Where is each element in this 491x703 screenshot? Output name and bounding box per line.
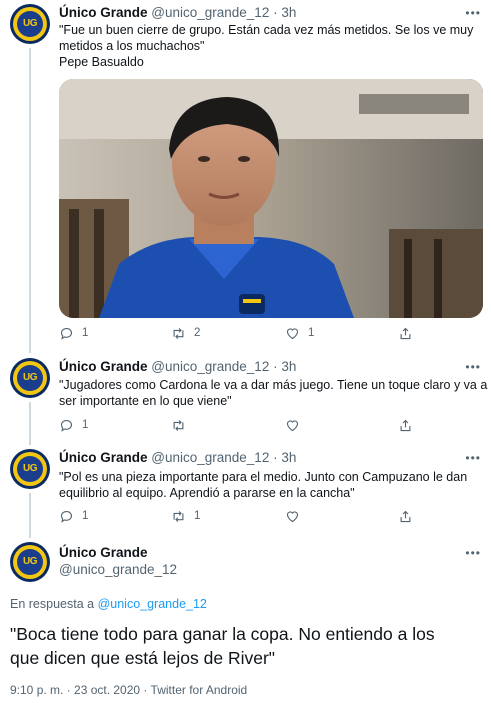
share-button[interactable] (398, 506, 421, 526)
retweet-button[interactable] (171, 415, 194, 435)
tweet-header: Único Grande @unico_grande_12 · 3h (59, 450, 296, 465)
tweet-actions: 1 2 1 (59, 323, 479, 343)
separator: · (273, 450, 278, 465)
retweet-button[interactable]: 2 (171, 323, 200, 343)
more-icon[interactable]: ••• (465, 6, 481, 20)
reply-icon (60, 510, 73, 523)
more-icon[interactable]: ••• (465, 546, 481, 560)
retweet-icon (173, 327, 184, 339)
display-name[interactable]: Único Grande (59, 5, 148, 20)
share-icon (400, 510, 411, 522)
tweet-photo[interactable] (59, 79, 483, 318)
retweet-count: 1 (194, 510, 201, 522)
separator: · (273, 5, 278, 20)
display-name[interactable]: Único Grande (59, 359, 148, 374)
display-name[interactable]: Único Grande (59, 545, 148, 560)
username[interactable]: @unico_grande_12 (151, 5, 269, 20)
timestamp[interactable]: 3h (281, 5, 296, 20)
main-tweet: UG Único Grande @unico_grande_12 ••• (0, 538, 491, 703)
tweet-text: "Pol es una pieza importante para el med… (59, 470, 468, 500)
tweet-header: Único Grande @unico_grande_12 · 3h (59, 5, 296, 20)
retweet-button[interactable]: 1 (171, 506, 200, 526)
reply-prefix: En respuesta a (10, 597, 95, 611)
tweet-header: Único Grande @unico_grande_12 · 3h (59, 359, 296, 374)
reply-icon (60, 327, 73, 340)
timestamp[interactable]: 3h (281, 450, 296, 465)
reply-handle-link[interactable]: @unico_grande_12 (98, 597, 207, 611)
thread-line (29, 493, 31, 538)
like-button[interactable] (285, 506, 308, 526)
heart-icon (286, 510, 299, 522)
separator: · (273, 359, 278, 374)
reply-count: 1 (82, 419, 89, 431)
share-icon (400, 419, 411, 431)
reply-count: 1 (82, 510, 89, 522)
share-button[interactable] (398, 415, 421, 435)
main-tweet-text: "Boca tiene todo para ganar la copa. No … (10, 624, 435, 668)
tweet-actions: 1 (59, 415, 479, 435)
retweet-count: 2 (194, 327, 201, 339)
tweet-meta[interactable]: 9:10 p. m. · 23 oct. 2020 · Twitter for … (10, 683, 247, 697)
username[interactable]: @unico_grande_12 (151, 450, 269, 465)
timestamp[interactable]: 3h (281, 359, 296, 374)
username[interactable]: @unico_grande_12 (151, 359, 269, 374)
more-icon[interactable]: ••• (465, 451, 481, 465)
avatar[interactable]: UG (10, 449, 50, 489)
retweet-icon (173, 510, 184, 522)
tweet-actions: 1 1 (59, 506, 479, 526)
heart-icon (286, 327, 299, 339)
reply-context: En respuesta a @unico_grande_12 (10, 597, 207, 611)
like-count: 1 (308, 327, 315, 339)
heart-icon (286, 419, 299, 431)
reply-button[interactable]: 1 (59, 323, 88, 343)
tweet-text: "Fue un buen cierre de grupo. Están cada… (59, 23, 474, 69)
tweet-2[interactable]: UG Único Grande @unico_grande_12 · 3h ••… (0, 353, 491, 445)
reply-button[interactable]: 1 (59, 506, 88, 526)
avatar[interactable]: UG (10, 358, 50, 398)
reply-icon (60, 419, 73, 432)
thread-line (29, 402, 31, 445)
like-button[interactable] (285, 415, 308, 435)
tweet-text: "Jugadores como Cardona le va a dar más … (59, 378, 488, 408)
reply-button[interactable]: 1 (59, 415, 88, 435)
thread-line (29, 48, 31, 353)
like-button[interactable]: 1 (285, 323, 314, 343)
share-icon (400, 327, 411, 339)
tweet-3[interactable]: UG Único Grande @unico_grande_12 · 3h ••… (0, 445, 491, 538)
username[interactable]: @unico_grande_12 (59, 562, 177, 577)
photo-image (59, 79, 483, 318)
more-icon[interactable]: ••• (465, 360, 481, 374)
avatar[interactable]: UG (10, 4, 50, 44)
share-button[interactable] (398, 323, 421, 343)
avatar[interactable]: UG (10, 542, 50, 582)
retweet-icon (173, 419, 184, 431)
reply-count: 1 (82, 327, 89, 339)
display-name[interactable]: Único Grande (59, 450, 148, 465)
tweet-1[interactable]: UG Único Grande @unico_grande_12 · 3h ••… (0, 0, 491, 353)
